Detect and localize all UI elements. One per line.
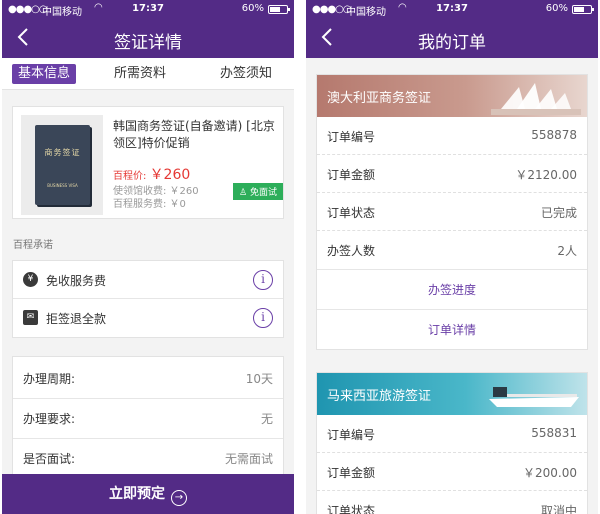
status-bar: ●●●○○ 中国移动 ◠ 17:37 60% bbox=[306, 0, 598, 19]
cover-subtitle: BUSINESS VISA bbox=[47, 183, 78, 188]
battery-icon bbox=[268, 5, 290, 14]
order-visa-name: 澳大利亚商务签证 bbox=[327, 91, 432, 106]
order-row: 订单编号 558831 bbox=[317, 415, 587, 453]
order-row: 订单金额 ￥200.00 bbox=[317, 453, 587, 491]
sydney-opera-house-image bbox=[491, 83, 581, 115]
order-value: 已完成 bbox=[540, 206, 577, 220]
nav-bar: 签证详情 bbox=[2, 19, 294, 58]
page-title: 签证详情 bbox=[114, 33, 182, 53]
detail-row-requirements: 办理要求: 无 bbox=[13, 397, 283, 439]
book-now-button[interactable]: 立即预定 → bbox=[2, 474, 294, 514]
boat-image bbox=[489, 387, 579, 407]
arrow-right-icon: → bbox=[171, 490, 187, 506]
visa-book-image: 商务签证 BUSINESS VISA bbox=[21, 115, 103, 215]
order-value: 2人 bbox=[557, 244, 577, 258]
order-key: 订单编号 bbox=[327, 130, 376, 144]
book-now-label: 立即预定 bbox=[109, 486, 165, 502]
battery-percent: 60% bbox=[545, 3, 568, 14]
cover-title: 商务签证 bbox=[44, 148, 81, 157]
promise-item-free-service[interactable]: ¥ 免收服务费 i bbox=[13, 261, 283, 299]
no-interview-badge: ♙ 免面试 bbox=[233, 183, 283, 200]
order-banner: 马来西亚旅游签证 bbox=[317, 373, 587, 415]
price: 百程价: ￥260 bbox=[113, 164, 190, 184]
promise-label: 拒签退全款 bbox=[46, 312, 107, 326]
order-row: 订单编号 558878 bbox=[317, 117, 587, 155]
page-title: 我的订单 bbox=[418, 33, 486, 53]
order-value: 取消中 bbox=[540, 504, 577, 514]
order-value: ￥2120.00 bbox=[515, 168, 577, 182]
promise-item-refund[interactable]: ✉ 拒签退全款 i bbox=[13, 299, 283, 337]
order-key: 订单金额 bbox=[327, 466, 376, 480]
info-icon[interactable]: i bbox=[253, 308, 273, 328]
order-card-malaysia: 马来西亚旅游签证 订单编号 558831 订单金额 ￥200.00 订单状态 取… bbox=[316, 372, 588, 514]
refund-icon: ✉ bbox=[23, 310, 38, 325]
tab-visa-notes[interactable]: 办签须知 bbox=[220, 64, 272, 84]
order-banner: 澳大利亚商务签证 bbox=[317, 75, 587, 117]
nav-bar: 我的订单 bbox=[306, 19, 598, 58]
order-value: 558831 bbox=[531, 426, 577, 440]
info-icon[interactable]: i bbox=[253, 270, 273, 290]
battery-icon bbox=[572, 5, 594, 14]
price-value: ￥260 bbox=[149, 167, 191, 183]
person-icon: ♙ bbox=[239, 188, 248, 198]
detail-value: 10天 bbox=[245, 372, 273, 386]
visa-detail-screen: ●●●○○ 中国移动 ◠ 17:37 60% 签证详情 基本信息 所需资料 办签… bbox=[2, 0, 294, 514]
visa-progress-link[interactable]: 办签进度 bbox=[317, 269, 587, 309]
order-key: 订单状态 bbox=[327, 504, 376, 514]
order-key: 订单编号 bbox=[327, 428, 376, 442]
order-row: 订单金额 ￥2120.00 bbox=[317, 155, 587, 193]
price-label: 百程价: bbox=[113, 171, 147, 182]
product-title: 韩国商务签证(自备邀请) [北京领区]特价促销 bbox=[113, 119, 275, 150]
order-row: 订单状态 已完成 bbox=[317, 193, 587, 231]
tab-required-documents[interactable]: 所需资料 bbox=[114, 64, 166, 84]
detail-value: 无 bbox=[260, 412, 273, 426]
promise-section-label: 百程承诺 bbox=[13, 240, 53, 251]
detail-key: 办理要求: bbox=[23, 412, 76, 426]
order-key: 订单状态 bbox=[327, 206, 376, 220]
detail-row-interview: 是否面试: 无需面试 bbox=[13, 437, 283, 479]
detail-key: 办理周期: bbox=[23, 372, 76, 386]
order-row: 办签人数 2人 bbox=[317, 231, 587, 269]
detail-value: 无需面试 bbox=[224, 452, 273, 466]
detail-row-processing-time: 办理周期: 10天 bbox=[13, 357, 283, 399]
my-orders-screen: ●●●○○ 中国移动 ◠ 17:37 60% 我的订单 澳大利亚商务签证 订单编… bbox=[306, 0, 598, 514]
order-key: 订单金额 bbox=[327, 168, 376, 182]
promise-label: 免收服务费 bbox=[46, 274, 107, 288]
service-fee: 百程服务费: ￥0 bbox=[113, 199, 186, 210]
promise-list: ¥ 免收服务费 i ✉ 拒签退全款 i bbox=[12, 260, 284, 338]
tab-bar: 基本信息 所需资料 办签须知 bbox=[2, 58, 294, 90]
order-row: 订单状态 取消中 bbox=[317, 491, 587, 514]
no-interview-label: 免面试 bbox=[249, 188, 277, 198]
product-card[interactable]: 商务签证 BUSINESS VISA 韩国商务签证(自备邀请) [北京领区]特价… bbox=[12, 106, 284, 219]
order-details-link[interactable]: 订单详情 bbox=[317, 309, 587, 349]
tab-basic-info[interactable]: 基本信息 bbox=[12, 64, 77, 84]
order-card-australia: 澳大利亚商务签证 订单编号 558878 订单金额 ￥2120.00 订单状态 … bbox=[316, 74, 588, 350]
yen-icon: ¥ bbox=[23, 272, 38, 287]
order-value: ￥200.00 bbox=[523, 466, 577, 480]
battery-percent: 60% bbox=[241, 3, 264, 14]
detail-key: 是否面试: bbox=[23, 452, 76, 466]
order-visa-name: 马来西亚旅游签证 bbox=[327, 389, 432, 404]
order-value: 558878 bbox=[531, 128, 577, 142]
order-key: 办签人数 bbox=[327, 244, 376, 258]
status-bar: ●●●○○ 中国移动 ◠ 17:37 60% bbox=[2, 0, 294, 19]
